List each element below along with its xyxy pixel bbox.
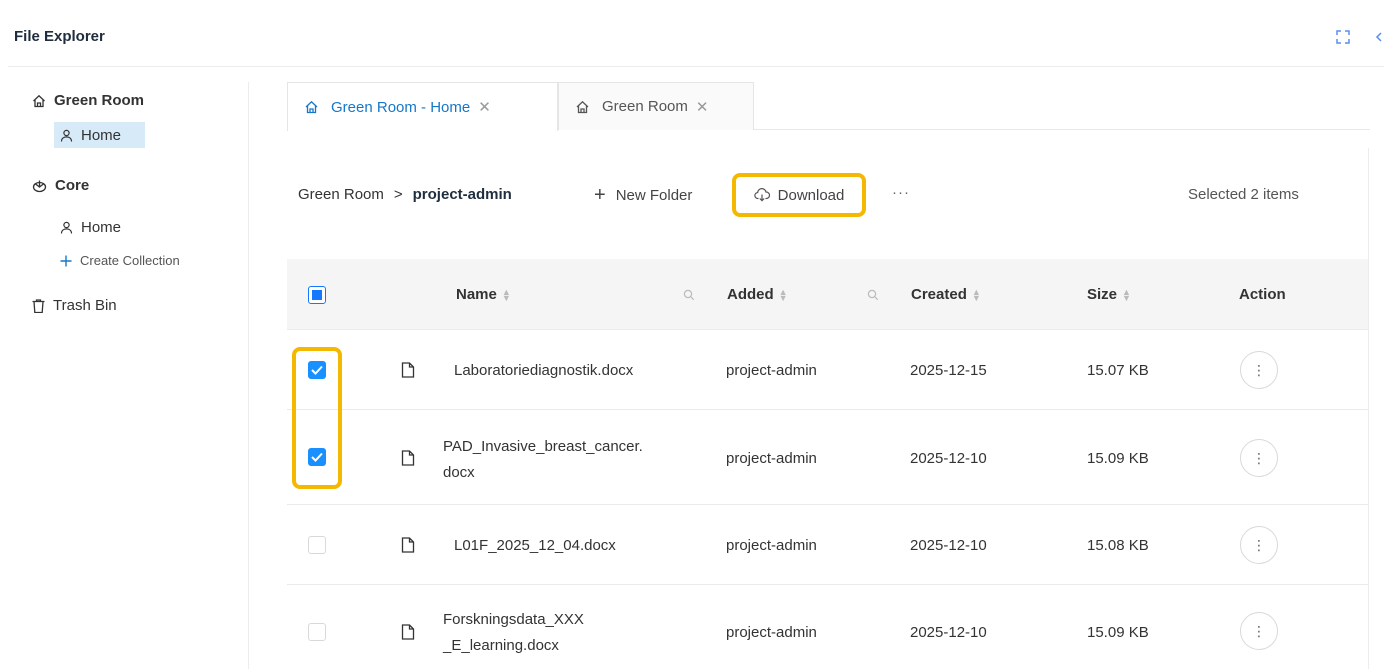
table-row[interactable]: PAD_Invasive_breast_cancer. docx project…: [287, 410, 1368, 505]
sidebar-item-core[interactable]: Core: [32, 177, 89, 194]
row-checkbox[interactable]: [308, 536, 326, 554]
plus-icon: [60, 255, 72, 266]
file-icon: [401, 624, 415, 640]
file-name-line2[interactable]: docx: [443, 464, 475, 481]
expand-icon[interactable]: [1336, 30, 1352, 46]
sidebar-item-trash[interactable]: Trash Bin: [32, 297, 117, 314]
core-icon: [32, 180, 47, 192]
home-icon: [33, 94, 45, 107]
added-by: project-admin: [726, 624, 817, 641]
sidebar-room-label: Green Room: [54, 92, 145, 109]
row-action-button[interactable]: ⋮: [1240, 612, 1278, 650]
file-name-line1[interactable]: Forskningsdata_XXX: [443, 611, 584, 628]
plus-icon: +: [594, 184, 606, 206]
create-collection-link[interactable]: Create Collection: [60, 253, 180, 268]
column-name-label: Name: [456, 286, 497, 303]
sort-icon[interactable]: ▲ ▼: [779, 287, 788, 302]
created-date: 2025-12-10: [910, 537, 987, 554]
added-by: project-admin: [726, 450, 817, 467]
app-title: File Explorer: [14, 28, 105, 45]
file-size: 15.08 KB: [1087, 537, 1149, 554]
sidebar-item-room-home[interactable]: Home: [54, 122, 145, 148]
home-icon: [305, 100, 318, 114]
close-icon[interactable]: ✕: [696, 98, 709, 116]
tab-green-room-home[interactable]: Green Room - Home ✕: [287, 82, 558, 131]
new-folder-button[interactable]: + New Folder: [594, 185, 692, 205]
user-icon: [60, 129, 73, 142]
file-icon: [401, 362, 415, 378]
table-row[interactable]: L01F_2025_12_04.docx project-admin 2025-…: [287, 505, 1368, 585]
column-added-header[interactable]: Added ▲ ▼: [727, 286, 788, 303]
file-name[interactable]: L01F_2025_12_04.docx: [454, 537, 616, 554]
sidebar-trash-label: Trash Bin: [53, 297, 117, 314]
sort-icon[interactable]: ▲ ▼: [1122, 287, 1131, 302]
sidebar-core-label: Core: [55, 177, 90, 194]
created-date: 2025-12-10: [910, 450, 987, 467]
select-all-checkbox[interactable]: [308, 286, 326, 304]
row-action-button[interactable]: ⋮: [1240, 351, 1278, 389]
content-divider: [1368, 148, 1369, 669]
file-name-line1[interactable]: PAD_Invasive_breast_cancer.: [443, 438, 643, 455]
column-created-header[interactable]: Created ▲ ▼: [911, 286, 981, 303]
column-added-label: Added: [727, 286, 774, 303]
file-size: 15.09 KB: [1087, 624, 1149, 641]
breadcrumb: Green Room > project-admin: [298, 186, 512, 203]
sidebar-divider: [248, 82, 249, 669]
added-by: project-admin: [726, 362, 817, 379]
download-button[interactable]: Download: [732, 173, 866, 217]
trash-icon: [32, 298, 45, 313]
column-size-header[interactable]: Size ▲ ▼: [1087, 286, 1131, 303]
sort-icon[interactable]: ▲ ▼: [502, 287, 511, 302]
sidebar-core-home-label: Home: [81, 219, 122, 236]
tab-green-room[interactable]: Green Room ✕: [558, 82, 754, 130]
column-action-header: Action: [1239, 286, 1286, 303]
added-by: project-admin: [726, 537, 817, 554]
column-created-label: Created: [911, 286, 967, 303]
file-name[interactable]: Laboratoriediagnostik.docx: [454, 362, 633, 379]
breadcrumb-current: project-admin: [412, 186, 512, 203]
column-action-label: Action: [1239, 286, 1286, 303]
file-name-line2[interactable]: _E_learning.docx: [443, 637, 559, 654]
user-icon: [60, 221, 73, 234]
table-row[interactable]: Forskningsdata_XXX _E_learning.docx proj…: [287, 585, 1368, 669]
create-collection-label: Create Collection: [80, 253, 180, 268]
row-action-button[interactable]: ⋮: [1240, 439, 1278, 477]
header-divider: [8, 66, 1384, 67]
sidebar-item-green-room[interactable]: Green Room: [32, 92, 144, 109]
created-date: 2025-12-10: [910, 624, 987, 641]
search-icon[interactable]: [683, 289, 695, 301]
file-icon: [401, 450, 415, 466]
breadcrumb-separator: >: [393, 186, 403, 203]
new-folder-label: New Folder: [615, 186, 693, 204]
selection-highlight-box: [292, 347, 342, 489]
sort-icon[interactable]: ▲ ▼: [972, 287, 981, 302]
created-date: 2025-12-15: [910, 362, 987, 379]
row-checkbox[interactable]: [308, 623, 326, 641]
cloud-download-icon: [753, 188, 770, 202]
column-name-header[interactable]: Name ▲ ▼: [456, 286, 511, 303]
more-button[interactable]: ···: [892, 184, 910, 201]
table-row[interactable]: Laboratoriediagnostik.docx project-admin…: [287, 330, 1368, 410]
selection-count: Selected 2 items: [1188, 186, 1299, 203]
file-size: 15.09 KB: [1087, 450, 1149, 467]
home-icon: [576, 100, 589, 113]
tab-label: Green Room: [602, 98, 688, 115]
search-icon[interactable]: [867, 289, 879, 301]
close-icon[interactable]: ✕: [478, 98, 491, 116]
sidebar-item-core-home[interactable]: Home: [60, 219, 121, 236]
file-icon: [401, 537, 415, 553]
download-label: Download: [777, 186, 845, 204]
tab-label: Green Room - Home: [331, 98, 471, 116]
breadcrumb-root[interactable]: Green Room: [298, 186, 384, 203]
row-action-button[interactable]: ⋮: [1240, 526, 1278, 564]
collapse-icon[interactable]: [1372, 30, 1384, 46]
sidebar-room-home-label: Home: [81, 126, 122, 144]
column-size-label: Size: [1087, 286, 1118, 303]
table-header: Name ▲ ▼ Added ▲ ▼ Created ▲ ▼ Size ▲ ▼ Acti…: [287, 259, 1368, 330]
tab-bar: Green Room - Home ✕ Green Room ✕: [287, 82, 1370, 131]
file-size: 15.07 KB: [1087, 362, 1149, 379]
